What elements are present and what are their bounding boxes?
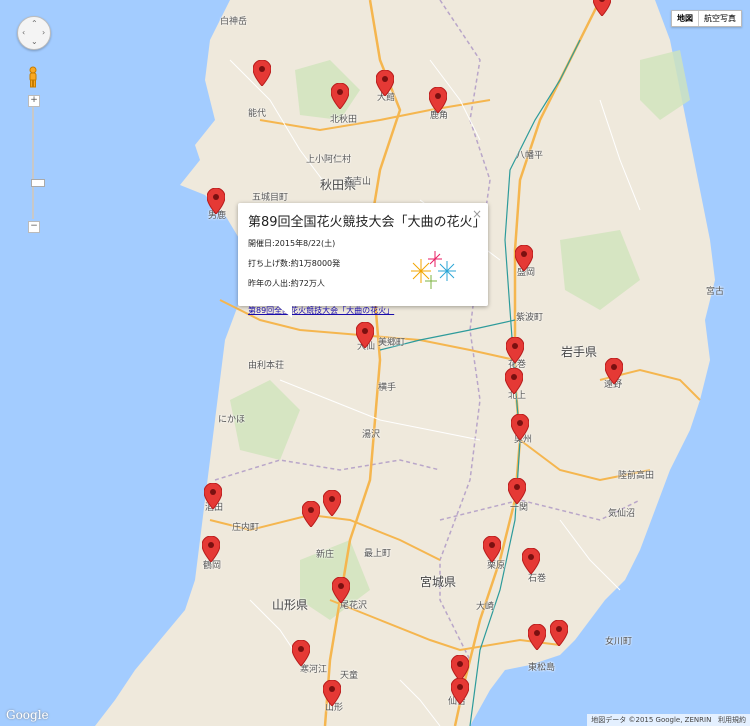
shots-label: 打ち上げ数: xyxy=(248,259,291,268)
map-canvas[interactable]: 秋田県 岩手県 宮城県 山形県 白神岳 八幡平 大館 北秋田 鹿角 能代 上小阿… xyxy=(0,0,750,726)
zoom-control: + − xyxy=(28,95,45,233)
marker-pin[interactable] xyxy=(302,501,320,527)
info-window-title: 第89回全国花火競技大会「大曲の花火」 xyxy=(248,215,486,230)
place-label: にかほ xyxy=(218,415,246,425)
place-label: 美郷町 xyxy=(378,338,406,348)
pan-right-icon[interactable]: › xyxy=(42,29,45,37)
place-label: 八幡平 xyxy=(516,151,544,161)
terms-link[interactable]: 利用規約 xyxy=(718,716,746,724)
marker-pin[interactable] xyxy=(292,640,310,666)
prefecture-label: 山形県 xyxy=(272,598,309,612)
map-type-control: 地図 航空写真 xyxy=(671,10,742,27)
marker-pin[interactable] xyxy=(483,536,501,562)
prefecture-label: 岩手県 xyxy=(561,345,598,359)
marker-pin[interactable] xyxy=(376,70,394,96)
marker-pin[interactable] xyxy=(332,577,350,603)
marker-pin[interactable] xyxy=(204,483,222,509)
place-label: 新庄 xyxy=(316,550,335,560)
marker-pin[interactable] xyxy=(508,478,526,504)
fireworks-icon xyxy=(411,251,456,289)
marker-pin[interactable] xyxy=(207,188,225,214)
place-label: 五城目町 xyxy=(252,193,289,203)
event-link[interactable]: 第89回全国花火競技大会「大曲の花火」 xyxy=(248,306,394,315)
place-label: 最上町 xyxy=(364,549,392,559)
place-label: 女川町 xyxy=(605,637,633,647)
marker-pin[interactable] xyxy=(528,624,546,650)
pan-control[interactable]: ⌃ ⌄ ‹ › xyxy=(17,16,51,50)
map-attribution: 地図データ ©2015 Google, ZENRIN xyxy=(591,716,712,724)
close-icon[interactable]: × xyxy=(472,207,482,221)
place-label: 庄内町 xyxy=(232,523,260,533)
marker-pin[interactable] xyxy=(506,337,524,363)
place-label: 白神岳 xyxy=(220,17,248,27)
place-label: 北秋田 xyxy=(330,115,358,125)
attendance-label: 昨年の人出: xyxy=(248,279,291,288)
map-type-satellite-button[interactable]: 航空写真 xyxy=(698,11,741,26)
pan-down-icon[interactable]: ⌄ xyxy=(31,38,38,46)
zoom-in-button[interactable]: + xyxy=(28,95,40,107)
place-label: 東松島 xyxy=(528,663,556,673)
place-label: 大崎 xyxy=(476,602,495,612)
marker-pin[interactable] xyxy=(522,548,540,574)
attendance-value: 約72万人 xyxy=(290,279,325,288)
place-label: 湯沢 xyxy=(362,430,381,440)
map-base xyxy=(0,0,750,726)
marker-pin[interactable] xyxy=(331,83,349,109)
place-label: 由利本荘 xyxy=(248,361,285,371)
place-label: 気仙沼 xyxy=(608,509,636,519)
marker-pin[interactable] xyxy=(605,358,623,384)
place-label: 天童 xyxy=(340,671,359,681)
zoom-slider-track[interactable] xyxy=(31,107,45,219)
place-label: 宮古 xyxy=(706,287,725,297)
marker-pin-omagari[interactable] xyxy=(356,322,374,348)
map-type-map-button[interactable]: 地図 xyxy=(672,11,698,26)
marker-pin[interactable] xyxy=(550,620,568,646)
zoom-out-button[interactable]: − xyxy=(28,221,40,233)
marker-pin[interactable] xyxy=(451,678,469,704)
zoom-slider-knob[interactable] xyxy=(31,179,45,187)
place-label: 森吉山 xyxy=(344,177,372,187)
marker-pin[interactable] xyxy=(515,245,533,271)
prefecture-label: 宮城県 xyxy=(420,575,457,589)
marker-pin[interactable] xyxy=(202,536,220,562)
map-footer: 地図データ ©2015 Google, ZENRIN 利用規約 xyxy=(587,714,750,726)
date-value: 2015年8/22(土) xyxy=(274,239,336,248)
place-label: 横手 xyxy=(378,383,397,393)
street-view-pegman-icon[interactable] xyxy=(27,66,39,88)
marker-pin[interactable] xyxy=(323,490,341,516)
info-window: × 第89回全国花火競技大会「大曲の花火」 開催日:2015年8/22(土) 打… xyxy=(238,203,488,318)
marker-pin[interactable] xyxy=(593,0,611,16)
place-label: 紫波町 xyxy=(516,313,544,323)
place-label: 上小阿仁村 xyxy=(306,155,352,165)
marker-pin[interactable] xyxy=(505,368,523,394)
place-label: 陸前高田 xyxy=(618,471,655,481)
marker-pin[interactable] xyxy=(253,60,271,86)
place-label: 能代 xyxy=(248,109,267,119)
date-label: 開催日: xyxy=(248,239,275,248)
shots-value: 約1万8000発 xyxy=(290,259,341,268)
pan-up-icon[interactable]: ⌃ xyxy=(31,20,38,28)
marker-pin[interactable] xyxy=(511,414,529,440)
google-logo: Google xyxy=(6,708,49,722)
marker-pin[interactable] xyxy=(429,87,447,113)
marker-pin[interactable] xyxy=(323,680,341,706)
pan-left-icon[interactable]: ‹ xyxy=(22,29,25,37)
